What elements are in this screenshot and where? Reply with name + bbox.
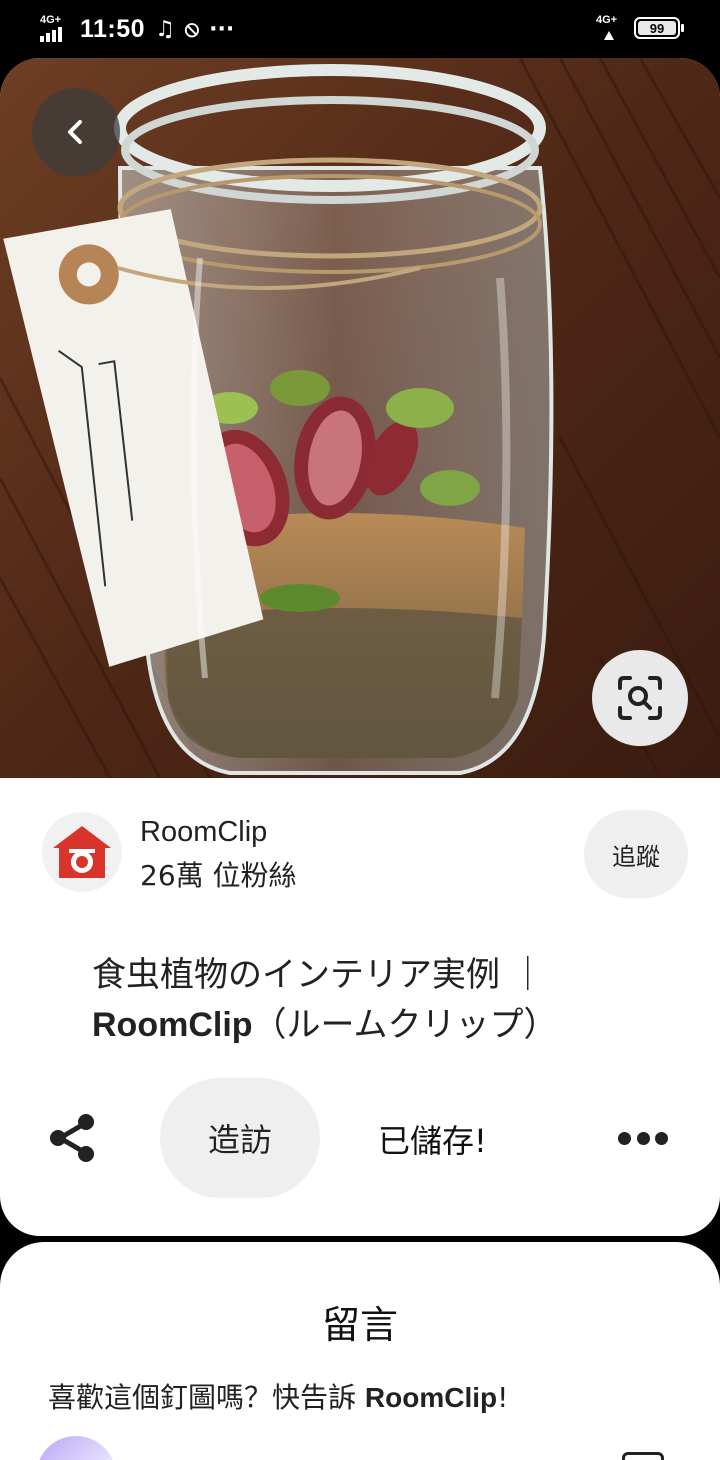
creator-row: RoomClip 26萬 位粉絲 追蹤 xyxy=(0,806,720,898)
more-dot xyxy=(655,1131,668,1145)
visit-button[interactable]: 造訪 xyxy=(160,1078,320,1198)
chevron-left-icon xyxy=(68,120,82,144)
comments-card: 留言 喜歡這個釘圖嗎？快告訴 RoomClip! xyxy=(0,1242,720,1460)
pin-card: RoomClip 26萬 位粉絲 追蹤 食虫植物のインテリア実例 ｜ RoomC… xyxy=(0,58,720,1236)
status-bar-left: 4G+ 11:50 ♫ ⦸ ··· xyxy=(40,10,234,48)
network-type: 4G+ xyxy=(40,14,62,26)
current-user-avatar xyxy=(36,1436,116,1460)
status-bar-right: 4G+ 99 xyxy=(596,14,684,42)
share-button[interactable] xyxy=(46,1112,98,1164)
pin-title-suffix: （ルームクリップ） xyxy=(252,1005,558,1045)
visual-search-icon xyxy=(618,676,662,720)
comments-heading: 留言 xyxy=(321,1303,398,1347)
roomclip-logo-icon xyxy=(53,826,111,878)
creator-followers: 26萬 位粉絲 xyxy=(140,859,297,892)
music-note-icon: ♫ xyxy=(155,16,175,42)
mobile-data-icon: 4G+ xyxy=(596,14,622,42)
comments-prompt: 喜歡這個釘圖嗎？快告訴 RoomClip! xyxy=(48,1376,508,1416)
status-bar: 4G+ 11:50 ♫ ⦸ ··· 4G+ 99 xyxy=(0,0,720,58)
comments-prompt-suffix: ! xyxy=(497,1381,509,1414)
action-row: 造訪 已儲存! xyxy=(0,1078,720,1198)
more-options-button[interactable] xyxy=(612,1122,674,1154)
sim-off-icon: ⦸ xyxy=(184,16,200,42)
share-icon xyxy=(50,1114,94,1162)
pin-title-line2: RoomClip（ルームクリップ） xyxy=(92,1000,652,1050)
saved-status[interactable]: 已儲存! xyxy=(378,1116,487,1162)
network-type-right: 4G+ xyxy=(596,14,618,26)
creator-name[interactable]: RoomClip xyxy=(140,816,267,849)
comments-prompt-name: RoomClip xyxy=(364,1382,498,1413)
pin-image[interactable] xyxy=(0,58,720,778)
more-notifications-indicator: ··· xyxy=(209,16,235,42)
pin-title-line1: 食虫植物のインテリア実例 ｜ xyxy=(92,955,545,995)
creator-avatar[interactable] xyxy=(42,812,122,892)
clock: 11:50 xyxy=(80,14,146,43)
more-dot xyxy=(618,1131,631,1145)
comments-prompt-prefix: 喜歡這個釘圖嗎？快告訴 xyxy=(48,1381,365,1414)
follow-button[interactable]: 追蹤 xyxy=(584,810,688,898)
pin-title: 食虫植物のインテリア実例 ｜ RoomClip（ルームクリップ） xyxy=(92,950,652,1050)
signal-icon: 4G+ xyxy=(40,14,70,44)
battery-level: 99 xyxy=(649,20,665,36)
pin-title-brand: RoomClip xyxy=(92,1006,253,1044)
comment-icon[interactable] xyxy=(622,1452,664,1460)
battery-icon: 99 xyxy=(634,17,684,39)
visual-search-button[interactable] xyxy=(592,650,688,746)
back-button[interactable] xyxy=(32,88,120,176)
more-dot xyxy=(636,1131,650,1145)
